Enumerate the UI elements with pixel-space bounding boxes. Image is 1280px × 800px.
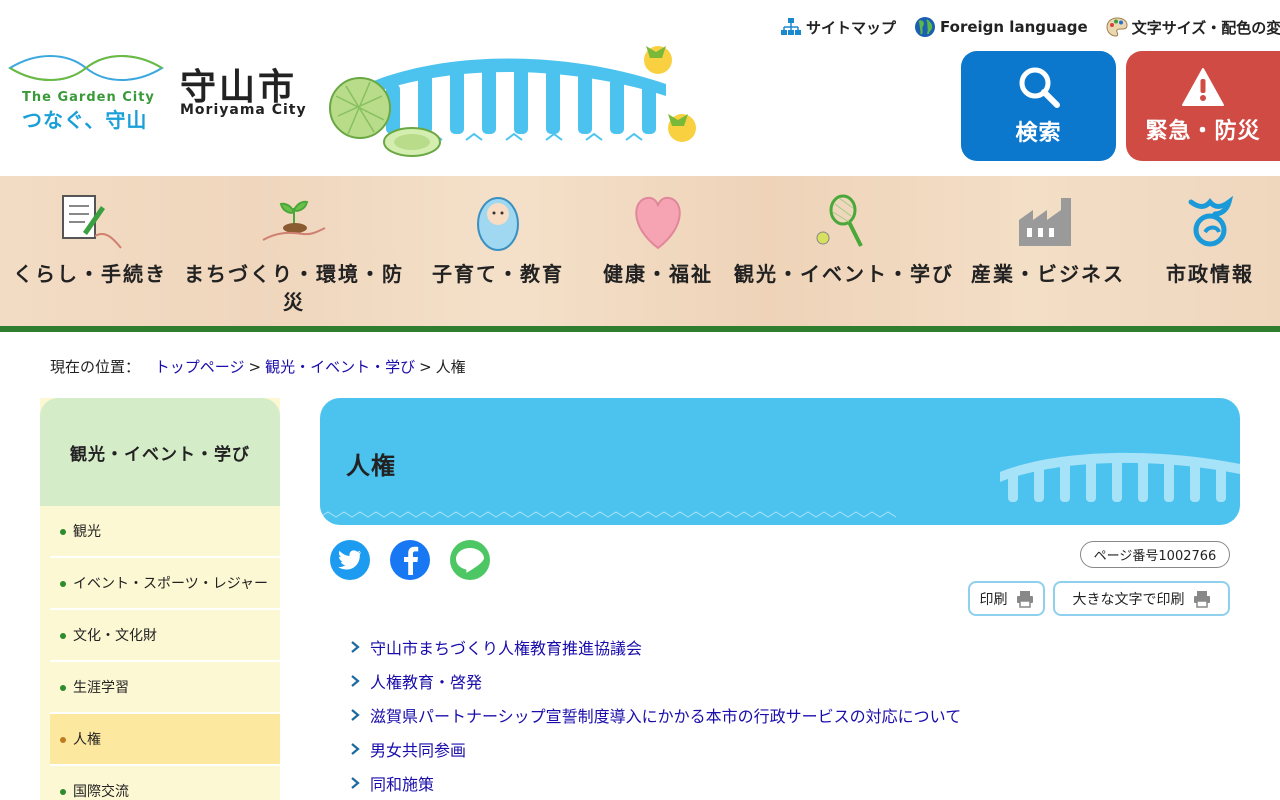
sidebar-item-culture[interactable]: 文化・文化財 — [50, 610, 280, 662]
gnav-label-health: 健康・福祉 — [603, 262, 713, 286]
breadcrumb-link-top[interactable]: トップページ — [155, 358, 245, 376]
search-button-label: 検索 — [1015, 121, 1062, 146]
sitemap-label: サイトマップ — [806, 18, 897, 37]
printer-icon — [1193, 590, 1210, 608]
link-human-rights-education[interactable]: 人権教育・啓発 — [370, 669, 482, 693]
page-title-banner: 人権 — [320, 398, 1240, 525]
chevron-right-icon — [351, 709, 360, 721]
link-gender-equality[interactable]: 男女共同参画 — [370, 737, 466, 761]
sprout-hand-icon — [262, 200, 326, 241]
sidebar-item-label[interactable]: 文化・文化財 — [73, 628, 157, 644]
print-button[interactable]: 印刷 — [968, 581, 1045, 616]
gnav-label-town: まちづくり・環境・防災 — [184, 262, 404, 314]
chevron-right-icon — [351, 675, 360, 687]
sidebar-item-lifelong-learning[interactable]: 生涯学習 — [50, 662, 280, 714]
list-item: 守山市まちづくり人権教育推進協議会 — [350, 630, 961, 664]
gnav-label-industry: 産業・ビジネス — [971, 262, 1125, 286]
text-size-color-label: 文字サイズ・配色の変更 — [1131, 18, 1280, 37]
page-title: 人権 — [346, 452, 396, 480]
global-navigation: くらし・手続き まちづくり・環境・防災 子育て・教育 健康・福祉 観光・イベント… — [0, 176, 1280, 332]
sidebar-item-international[interactable]: 国際交流 — [50, 766, 280, 800]
warning-icon — [1182, 68, 1224, 106]
document-pen-icon — [62, 195, 122, 249]
print-large-text-button[interactable]: 大きな文字で印刷 — [1053, 581, 1230, 616]
palette-icon — [1106, 17, 1128, 37]
link-dowa-policy[interactable]: 同和施策 — [370, 771, 434, 795]
sidebar-item-label[interactable]: 観光 — [73, 524, 101, 540]
breadcrumb-separator: > — [248, 358, 262, 376]
heart-icon — [635, 196, 681, 250]
facebook-icon — [404, 546, 419, 575]
chevron-right-icon — [351, 641, 360, 653]
gnav-item-industry-business[interactable]: 産業・ビジネス — [966, 176, 1130, 326]
list-item: 人権教育・啓発 — [350, 664, 961, 698]
sitemap-link[interactable]: サイトマップ — [780, 16, 896, 38]
breadcrumb-separator: > — [419, 358, 432, 376]
logo-tagline-jp: つなぐ、守山 — [22, 108, 148, 132]
sidebar-heading-link[interactable]: 観光・イベント・学び — [70, 440, 250, 465]
breadcrumb-current: 人権 — [435, 358, 466, 376]
search-icon — [1019, 67, 1060, 108]
sidebar-item-label[interactable]: 国際交流 — [73, 784, 129, 800]
gnav-label-living: くらし・手続き — [13, 262, 167, 286]
sidebar-item-tourism[interactable]: 観光 — [50, 506, 280, 558]
twitter-icon — [338, 550, 361, 570]
sidebar-item-human-rights[interactable]: 人権 — [50, 714, 280, 766]
printer-icon — [1016, 590, 1033, 608]
foreign-language-link[interactable]: Foreign language — [914, 16, 1088, 38]
content-link-list: 守山市まちづくり人権教育推進協議会 人権教育・啓発 滋賀県パートナーシップ宣誓制… — [350, 630, 961, 800]
gnav-item-town-environment-disaster[interactable]: まちづくり・環境・防災 — [180, 176, 408, 326]
line-share-button[interactable] — [450, 540, 490, 580]
gnav-item-living[interactable]: くらし・手続き — [10, 176, 170, 326]
gnav-label-city: 市政情報 — [1166, 262, 1254, 286]
bridge-melon-illustration-icon — [329, 46, 696, 157]
gnav-item-health-welfare[interactable]: 健康・福祉 — [590, 176, 726, 326]
sidebar-item-label[interactable]: イベント・スポーツ・レジャー — [73, 576, 268, 592]
foreign-language-label: Foreign language — [940, 18, 1088, 36]
gnav-label-tourism: 観光・イベント・学び — [734, 262, 954, 286]
gnav-label-childcare: 子育て・教育 — [432, 262, 564, 286]
baby-icon — [477, 197, 519, 251]
link-moriyama-human-rights-council[interactable]: 守山市まちづくり人権教育推進協議会 — [370, 635, 642, 659]
sidebar-menu: 観光 イベント・スポーツ・レジャー 文化・文化財 生涯学習 人権 国際交流 — [40, 506, 280, 800]
city-name-en: Moriyama City — [180, 102, 307, 118]
list-item: 滋賀県パートナーシップ宣誓制度導入にかかる本市の行政サービスの対応について — [350, 698, 961, 732]
globe-icon — [915, 17, 936, 37]
line-icon — [456, 548, 484, 573]
emergency-button-label: 緊急・防災 — [1145, 119, 1261, 144]
link-partnership-system[interactable]: 滋賀県パートナーシップ宣誓制度導入にかかる本市の行政サービスの対応について — [370, 703, 961, 727]
wave-pattern-icon — [320, 511, 897, 518]
sitemap-icon — [781, 18, 801, 35]
city-emblem-icon — [1188, 195, 1234, 247]
chevron-right-icon — [351, 777, 360, 789]
tennis-racket-icon — [816, 194, 863, 247]
chevron-right-icon — [351, 743, 360, 755]
site-header: The Garden City つなぐ、守山 守山市 Moriyama City — [0, 0, 1280, 176]
emergency-disaster-button[interactable]: 緊急・防災 — [1126, 51, 1280, 161]
print-large-button-label: 大きな文字で印刷 — [1072, 591, 1185, 608]
page-number-badge: ページ番号1002766 — [1080, 541, 1230, 568]
breadcrumb: 現在の位置： トップページ > 観光・イベント・学び > 人権 — [50, 356, 466, 377]
list-item: 男女共同参画 — [350, 732, 961, 766]
sidebar-item-events-sports[interactable]: イベント・スポーツ・レジャー — [50, 558, 280, 610]
factory-icon — [1019, 198, 1071, 246]
sidebar-heading: 観光・イベント・学び — [40, 398, 280, 506]
text-size-color-link[interactable]: 文字サイズ・配色の変更 — [1106, 16, 1280, 38]
twitter-share-button[interactable] — [330, 540, 370, 580]
utility-links: サイトマップ Foreign language 文字サイズ・配色の変更 — [780, 16, 1280, 38]
sidebar-item-label[interactable]: 生涯学習 — [73, 680, 129, 696]
gnav-item-city-government[interactable]: 市政情報 — [1150, 176, 1270, 326]
breadcrumb-prefix: 現在の位置： — [50, 358, 141, 376]
gnav-item-childcare-education[interactable]: 子育て・教育 — [428, 176, 568, 326]
print-button-label: 印刷 — [979, 591, 1008, 608]
sns-share-buttons — [330, 540, 490, 580]
logo-tagline-en: The Garden City — [22, 90, 155, 105]
breadcrumb-link-tourism[interactable]: 観光・イベント・学び — [265, 358, 415, 376]
sidebar: 観光・イベント・学び 観光 イベント・スポーツ・レジャー 文化・文化財 生涯学習… — [40, 398, 280, 800]
sidebar-item-label: 人権 — [73, 732, 101, 748]
gnav-item-tourism-events[interactable]: 観光・イベント・学び — [730, 176, 958, 326]
search-button[interactable]: 検索 — [961, 51, 1116, 161]
list-item: 同和施策 — [350, 766, 961, 800]
facebook-share-button[interactable] — [390, 540, 430, 580]
